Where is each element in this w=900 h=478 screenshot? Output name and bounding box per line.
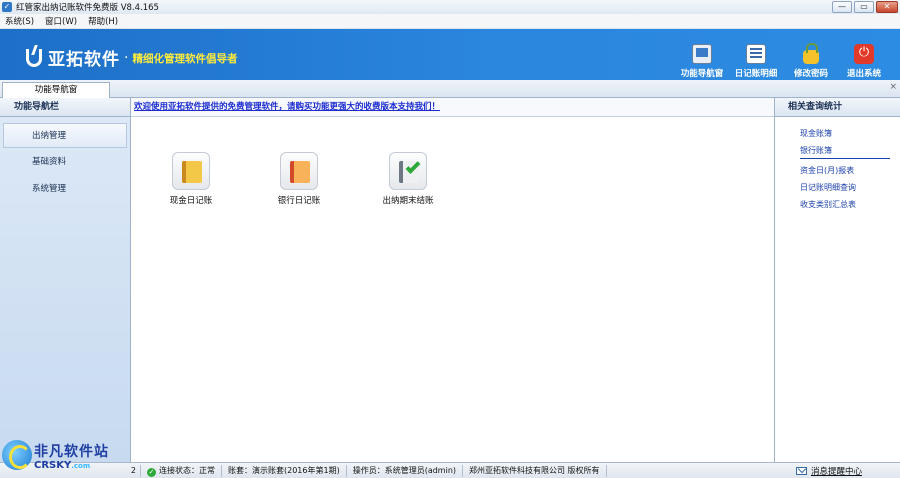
menu-bar: 系统(S) 窗口(W) 帮助(H) (0, 14, 900, 29)
watermark-en: CRSKY.com (34, 460, 90, 471)
mail-icon (796, 467, 807, 475)
nav-item-basic-data[interactable]: 基础资料 (0, 150, 130, 175)
nav-item-system[interactable]: 系统管理 (0, 177, 130, 202)
menu-help[interactable]: 帮助(H) (88, 15, 118, 27)
lock-icon (803, 43, 819, 64)
window-title: 红管家出纳记账软件免费版 V8.4.165 (16, 3, 159, 13)
promo-notice-link[interactable]: 欢迎使用亚拓软件提供的免费管理软件，请购买功能更强大的收费版本支持我们！ (131, 98, 774, 117)
cash-journal-button[interactable]: 现金日记账 (151, 152, 231, 206)
brand-name: 亚拓软件 (48, 50, 120, 70)
banner: 亚拓软件 · 精细化管理软件倡导者 功能导航窗 日记账明细 修改密码 退出系统 (0, 29, 900, 80)
watermark-cn: 非凡软件站 (34, 444, 109, 460)
app-icon: ✓ (2, 2, 12, 12)
tab-strip: 功能导航窗 × (0, 80, 900, 98)
nav-item-cashier[interactable]: 出纳管理 (3, 123, 127, 148)
bank-journal-icon (280, 152, 318, 190)
link-bank-book[interactable]: 银行账簿 (800, 142, 890, 159)
menu-window[interactable]: 窗口(W) (45, 15, 77, 27)
link-fund-report[interactable]: 资金日(月)报表 (800, 162, 900, 179)
status-company: 郑州亚拓软件科技有限公司 版权所有 (463, 464, 607, 477)
related-queries-panel: 相关查询统计 现金账簿 银行账簿 资金日(月)报表 日记账明细查询 收支类别汇总… (774, 98, 900, 462)
site-watermark: 非凡软件站 CRSKY.com (0, 438, 110, 478)
right-panel-links: 现金账簿 银行账簿 资金日(月)报表 日记账明细查询 收支类别汇总表 (775, 117, 900, 213)
title-bar: ✓ 红管家出纳记账软件免费版 V8.4.165 — ▭ ✕ (0, 0, 900, 14)
status-connection: ✓ 连接状态：正常 (141, 464, 222, 477)
logo-icon (26, 48, 42, 67)
bank-journal-button[interactable]: 银行日记账 (259, 152, 339, 206)
toolbar-label: 修改密码 (793, 69, 828, 79)
window-controls: — ▭ ✕ (832, 1, 898, 13)
link-category-summary[interactable]: 收支类别汇总表 (800, 196, 900, 213)
toolbar-journal-detail-button[interactable]: 日记账明细 (728, 44, 784, 79)
brand-slogan: 精细化管理软件倡导者 (132, 53, 238, 65)
tab-function-navigation[interactable]: 功能导航窗 (2, 82, 110, 98)
toolbar-change-password-button[interactable]: 修改密码 (783, 43, 839, 79)
close-button[interactable]: ✕ (876, 1, 898, 13)
brand-dot: · (124, 49, 129, 66)
toolbar-label: 功能导航窗 (680, 69, 724, 79)
close-tab-icon[interactable]: × (889, 82, 897, 92)
status-account: 账套：演示账套(2016年第1期) (222, 464, 347, 477)
watermark-en-text: CRSKY (34, 460, 72, 471)
watermark-en-suffix: .com (71, 462, 91, 470)
status-bar: 2 ✓ 连接状态：正常 账套：演示账套(2016年第1期) 操作员：系统管理员(a… (0, 462, 900, 478)
message-center-link[interactable]: 消息提醒中心 (811, 465, 862, 477)
toolbar-label: 日记账明细 (734, 69, 778, 79)
main-content: 欢迎使用亚拓软件提供的免费管理软件，请购买功能更强大的收费版本支持我们！ 现金日… (131, 98, 774, 462)
toolbar-exit-button[interactable]: 退出系统 (836, 44, 892, 79)
period-close-icon (389, 152, 427, 190)
power-icon (854, 44, 874, 64)
function-label: 出纳期末结账 (382, 196, 434, 206)
connection-text: 连接状态：正常 (159, 465, 215, 475)
right-panel-header: 相关查询统计 (775, 98, 900, 117)
logo: 亚拓软件 · 精细化管理软件倡导者 (26, 45, 237, 70)
restore-button[interactable]: ▭ (854, 1, 874, 13)
toolbar-nav-window-button[interactable]: 功能导航窗 (674, 44, 730, 79)
left-nav-panel: 功能导航栏 出纳管理 基础资料 系统管理 (0, 98, 131, 462)
link-journal-detail-query[interactable]: 日记账明细查询 (800, 179, 900, 196)
cash-journal-icon (172, 152, 210, 190)
function-label: 银行日记账 (277, 196, 321, 206)
left-nav-header: 功能导航栏 (0, 98, 130, 117)
monitor-icon (692, 44, 712, 64)
function-label: 现金日记账 (169, 196, 213, 206)
toolbar-label: 退出系统 (846, 69, 881, 79)
watermark-logo-icon (2, 440, 32, 470)
minimize-button[interactable]: — (832, 1, 852, 13)
period-close-button[interactable]: 出纳期末结账 (368, 152, 448, 206)
status-operator: 操作员：系统管理员(admin) (347, 464, 464, 477)
menu-system[interactable]: 系统(S) (5, 15, 34, 27)
link-cash-book[interactable]: 现金账簿 (800, 125, 900, 142)
connection-ok-icon: ✓ (147, 467, 156, 477)
message-center[interactable]: 消息提醒中心 (796, 465, 862, 477)
ledger-list-icon (746, 44, 766, 64)
